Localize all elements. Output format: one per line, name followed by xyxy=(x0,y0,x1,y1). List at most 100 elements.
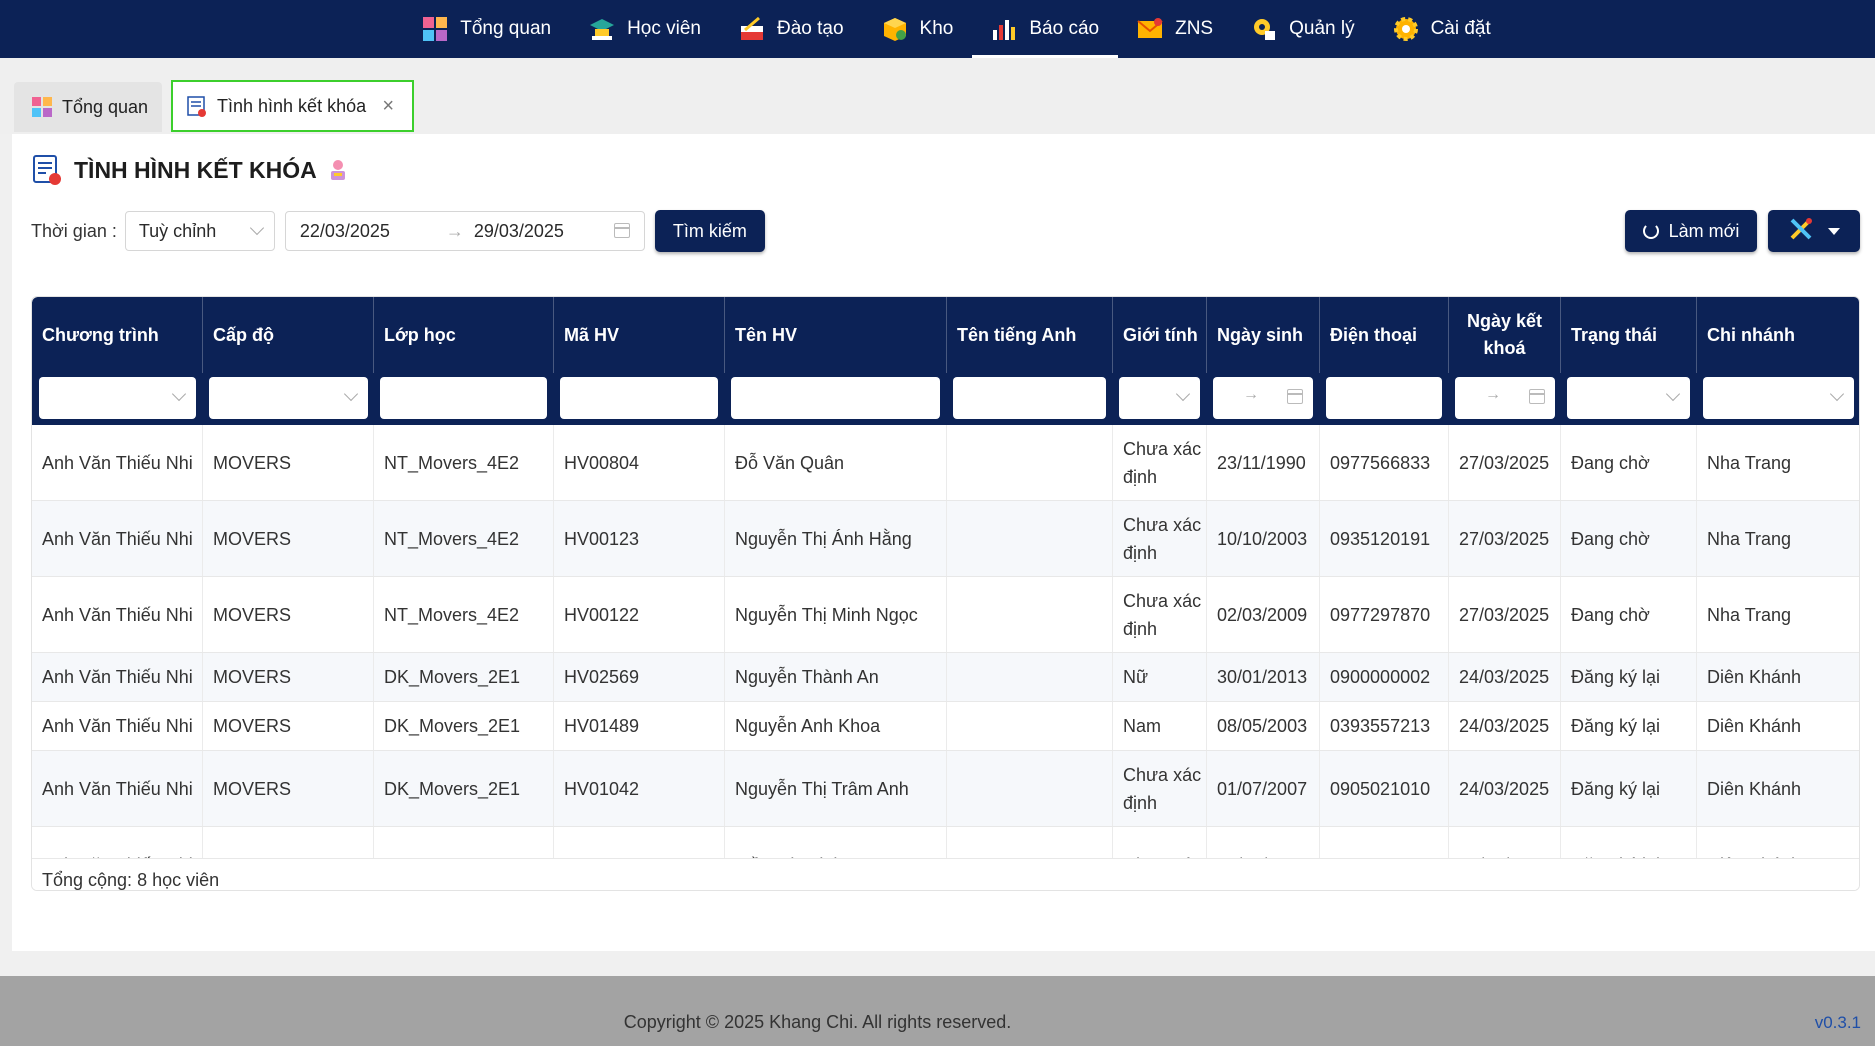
filter-level-select[interactable] xyxy=(209,377,368,419)
arrow-right-icon: → xyxy=(1485,386,1501,403)
cell-class: NT_Movers_4E2 xyxy=(374,425,554,500)
cell-level: MOVERS xyxy=(203,577,374,652)
nav-item-reports[interactable]: Báo cáo xyxy=(972,0,1118,58)
refresh-button[interactable]: Làm mới xyxy=(1625,210,1757,252)
filter-birthdate-range[interactable]: → xyxy=(1213,377,1313,419)
column-header[interactable]: Mã HV xyxy=(554,297,725,373)
nav-label: Tổng quan xyxy=(460,18,552,39)
filter-english-name-input[interactable] xyxy=(953,377,1106,419)
date-range-picker[interactable]: 22/03/2025 → 29/03/2025 xyxy=(284,211,645,251)
cell-student-name: Nguyễn Thị Ánh Hằng xyxy=(725,501,947,576)
column-header[interactable]: Ngày sinh xyxy=(1207,297,1320,373)
cell-gender: Nam xyxy=(1113,702,1207,750)
filter-class-input[interactable] xyxy=(380,377,547,419)
cell-branch: Diên Khánh xyxy=(1697,827,1859,859)
cell-class: DK_Movers_2E1 xyxy=(374,751,554,826)
cell-birthdate: 23/11/1990 xyxy=(1207,425,1320,500)
column-header[interactable]: Ngày kết khoá xyxy=(1449,297,1561,373)
filter-status-select[interactable] xyxy=(1567,377,1690,419)
nav-label: Cài đặt xyxy=(1430,18,1491,39)
table-row[interactable]: Anh Văn Thiếu Nhi MOVERS NT_Movers_4E2 H… xyxy=(32,425,1859,501)
nav-item-dashboard[interactable]: Tổng quan xyxy=(403,0,570,58)
cell-phone: 0935120191 xyxy=(1320,501,1449,576)
search-button[interactable]: Tìm kiếm xyxy=(654,210,765,252)
table-row[interactable]: Anh Văn Thiếu Nhi MOVERS DK_Movers_2E1 H… xyxy=(32,653,1859,702)
cell-level: MOVERS xyxy=(203,751,374,826)
table-row[interactable]: Anh Văn Thiếu Nhi MOVERS DK_Movers_2E1 H… xyxy=(32,827,1859,859)
refresh-button-label: Làm mới xyxy=(1668,220,1740,241)
cell-end-date: 24/03/2025 xyxy=(1449,827,1561,858)
column-header[interactable]: Tên tiếng Anh xyxy=(947,297,1113,373)
nav-item-warehouse[interactable]: Kho xyxy=(863,0,973,58)
cell-gender: Chưa xác định xyxy=(1113,577,1207,652)
page-footer: Copyright © 2025 Khang Chi. All rights r… xyxy=(0,976,1875,1046)
nav-item-management[interactable]: Quản lý xyxy=(1232,0,1373,58)
nav-item-students[interactable]: Học viên xyxy=(570,0,720,58)
cell-status: Đăng ký lại xyxy=(1561,827,1697,858)
column-header[interactable]: Lớp học xyxy=(374,297,554,373)
date-from[interactable]: 22/03/2025 xyxy=(300,221,390,242)
nav-label: ZNS xyxy=(1175,18,1214,39)
cell-status: Đăng ký lại xyxy=(1561,751,1697,826)
cell-english-name xyxy=(947,501,1113,576)
column-header[interactable]: Tên HV xyxy=(725,297,947,373)
column-header[interactable]: Trạng thái xyxy=(1561,297,1697,373)
filter-end-date-range[interactable]: → xyxy=(1455,377,1555,419)
column-header[interactable]: Điện thoại xyxy=(1320,297,1449,373)
filter-branch-select[interactable] xyxy=(1703,377,1854,419)
cell-gender: Chưa xác định xyxy=(1113,751,1207,826)
nav-item-training[interactable]: Đào tạo xyxy=(720,0,863,58)
close-icon[interactable]: × xyxy=(382,95,394,118)
period-select[interactable]: Tuỳ chỉnh xyxy=(124,211,275,251)
nav-item-settings[interactable]: Cài đặt xyxy=(1374,0,1510,58)
table-row[interactable]: Anh Văn Thiếu Nhi MOVERS NT_Movers_4E2 H… xyxy=(32,501,1859,577)
nav-item-zns[interactable]: ZNS xyxy=(1118,0,1232,58)
settings-icon xyxy=(1393,16,1419,42)
column-header[interactable]: Chi nhánh xyxy=(1697,297,1859,373)
table-row[interactable]: Anh Văn Thiếu Nhi MOVERS DK_Movers_2E1 H… xyxy=(32,702,1859,751)
filter-student-id-input[interactable] xyxy=(560,377,718,419)
table-row[interactable]: Anh Văn Thiếu Nhi MOVERS NT_Movers_4E2 H… xyxy=(32,577,1859,653)
chevron-down-icon xyxy=(1829,386,1845,402)
table-row[interactable]: Anh Văn Thiếu Nhi MOVERS DK_Movers_2E1 H… xyxy=(32,751,1859,827)
cell-end-date: 27/03/2025 xyxy=(1449,577,1561,652)
filter-bar: Thời gian : Tuỳ chỉnh 22/03/2025 → 29/03… xyxy=(31,210,765,252)
cell-level: MOVERS xyxy=(203,702,374,750)
filter-phone-input[interactable] xyxy=(1326,377,1442,419)
caret-down-icon xyxy=(1828,227,1840,235)
top-navigation: Tổng quan Học viên Đào tạo Kho Báo cáo Z… xyxy=(0,0,1875,58)
filter-program-select[interactable] xyxy=(39,377,196,419)
cell-program: Anh Văn Thiếu Nhi xyxy=(32,425,203,500)
refresh-icon xyxy=(1642,223,1659,239)
report-list-icon xyxy=(32,154,62,186)
date-to[interactable]: 29/03/2025 xyxy=(474,221,564,242)
arrow-right-icon: → xyxy=(1243,386,1259,403)
cell-level: MOVERS xyxy=(203,827,374,858)
chevron-down-icon xyxy=(343,386,359,402)
column-header[interactable]: Chương trình xyxy=(32,297,203,373)
tab-course-completion[interactable]: Tình hình kết khóa × xyxy=(171,80,414,132)
tab-home[interactable]: Tổng quan xyxy=(14,82,162,132)
total-count: Tổng cộng: 8 học viên xyxy=(42,870,220,890)
cell-student-name: Nguyễn Thành An xyxy=(725,653,947,701)
cell-student-id: HV01014 xyxy=(554,827,725,858)
training-icon xyxy=(739,16,765,42)
tab-label: Tình hình kết khóa xyxy=(217,95,367,116)
filter-gender-select[interactable] xyxy=(1119,377,1200,419)
cell-program: Anh Văn Thiếu Nhi xyxy=(32,751,203,826)
cell-level: MOVERS xyxy=(203,425,374,500)
filter-student-name-input[interactable] xyxy=(731,377,940,419)
tools-dropdown-button[interactable] xyxy=(1768,210,1860,252)
cell-student-id: HV00804 xyxy=(554,425,725,500)
student-icon xyxy=(589,16,615,42)
cell-birthdate: 01/01/2002 xyxy=(1207,827,1320,858)
cell-phone: 0905021010 xyxy=(1320,751,1449,826)
column-header[interactable]: Cấp độ xyxy=(203,297,374,373)
version-link[interactable]: v0.3.1 xyxy=(1815,1013,1861,1033)
tab-label: Tổng quan xyxy=(62,96,149,117)
column-header[interactable]: Giới tính xyxy=(1113,297,1207,373)
nav-label: Kho xyxy=(919,18,954,39)
tabs-bar: Tổng quan Tình hình kết khóa × xyxy=(0,58,1875,134)
cell-birthdate: 08/05/2003 xyxy=(1207,702,1320,750)
tools-icon xyxy=(1788,216,1814,247)
